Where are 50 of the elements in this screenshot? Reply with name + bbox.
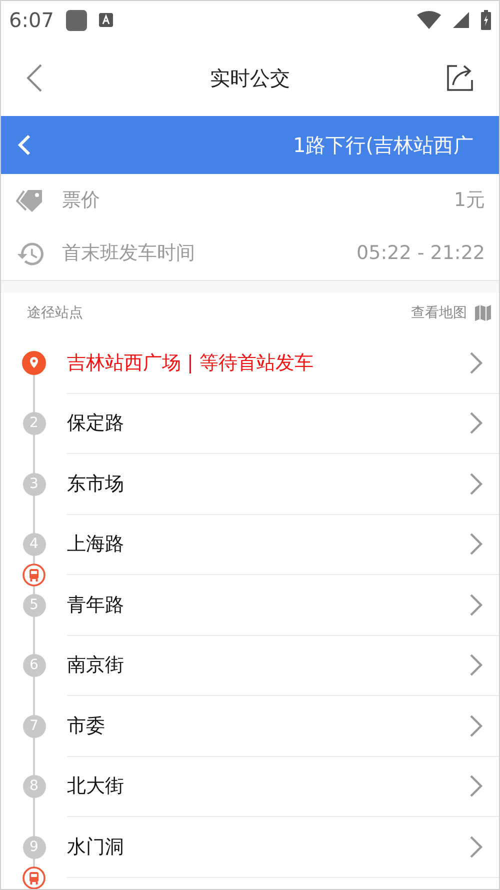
stop-item[interactable]: 保定路	[67, 394, 499, 454]
stop-name: 青年路	[67, 592, 125, 618]
chevron-right-icon	[469, 774, 483, 798]
signal-icon	[453, 12, 469, 28]
chevron-right-icon	[469, 592, 483, 617]
stop-item[interactable]: 水门洞	[67, 817, 499, 878]
stop-item[interactable]: 吉林站西广场 | 等待首站发车	[67, 333, 499, 394]
stop-name: 上海路	[67, 532, 125, 557]
wifi-icon	[417, 11, 441, 29]
battery-icon	[481, 10, 491, 30]
route-title: 1路下行(吉林站西广	[293, 132, 474, 159]
page-title: 实时公交	[210, 64, 290, 92]
back-icon	[17, 134, 31, 156]
chevron-right-icon	[469, 653, 483, 678]
stop-name: 市委	[67, 714, 106, 738]
stop-item[interactable]: 北大街	[67, 756, 499, 817]
status-time: 6:07	[9, 7, 54, 34]
notification-icon	[66, 10, 87, 30]
bus-icon	[22, 563, 46, 587]
stop-name: 吉林站西广场 | 等待首站发车	[67, 350, 314, 376]
info-value: 05:22 - 21:22	[356, 241, 485, 266]
stop-name: 水门洞	[67, 834, 125, 860]
chevron-right-icon	[469, 532, 483, 556]
keyboard-app-icon	[98, 13, 113, 27]
back-icon	[25, 64, 43, 92]
stop-name: 东市场	[67, 472, 125, 496]
info-value: 1元	[454, 188, 485, 214]
info-label: 首末班发车时间	[62, 241, 195, 266]
stop-item[interactable]: 南京街	[67, 636, 499, 696]
stop-item[interactable]: 青年路	[67, 575, 499, 636]
stop-name: 北大街	[67, 774, 125, 799]
chevron-right-icon	[469, 714, 483, 738]
stop-name: 保定路	[67, 411, 125, 436]
share-button[interactable]	[445, 62, 475, 92]
chevron-right-icon	[469, 350, 483, 375]
back-button[interactable]	[25, 64, 43, 92]
chevron-right-icon	[469, 411, 483, 436]
chevron-right-icon	[469, 834, 483, 859]
map-icon	[475, 305, 491, 321]
stop-item[interactable]: 东市场	[67, 454, 499, 514]
share-icon	[445, 62, 475, 92]
info-label: 票价	[62, 188, 100, 214]
stop-item[interactable]: 上海路	[67, 514, 499, 575]
chevron-right-icon	[469, 472, 483, 496]
route-back-button[interactable]	[17, 134, 31, 156]
stop-item[interactable]: 市委	[67, 696, 499, 756]
section-title: 途径站点	[27, 304, 83, 322]
view-map-link[interactable]: 查看地图	[411, 302, 467, 324]
stop-name: 南京街	[67, 653, 125, 678]
location-pin-icon	[22, 351, 46, 376]
